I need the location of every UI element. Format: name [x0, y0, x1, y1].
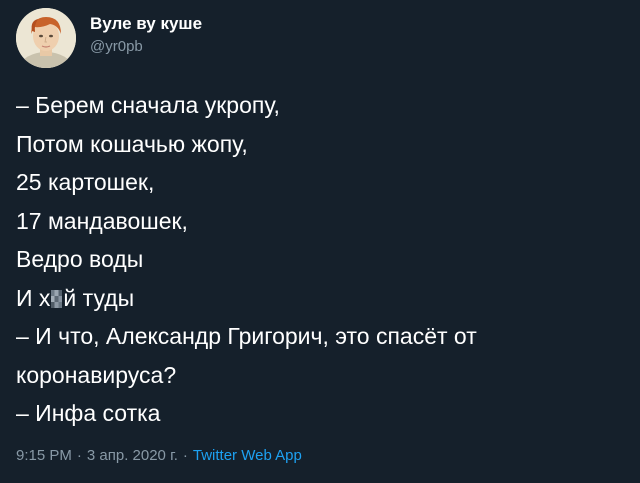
tweet-line-part: й туды: [63, 284, 135, 311]
avatar-portrait-image: [16, 8, 76, 68]
separator: ·: [182, 447, 188, 464]
tweet-text: – Берем сначала укропу, Потом кошачью жо…: [16, 86, 626, 433]
tweet-time[interactable]: 9:15 PM: [16, 447, 72, 464]
display-name[interactable]: Вуле ву куше: [90, 14, 202, 34]
tweet-line: Потом кошачью жопу,: [16, 130, 248, 157]
tweet-source-link[interactable]: Twitter Web App: [193, 447, 302, 464]
author-block: Вуле ву куше @yr0pb: [90, 14, 202, 57]
user-handle[interactable]: @yr0pb: [90, 37, 202, 57]
tweet-date[interactable]: 3 апр. 2020 г.: [87, 447, 178, 464]
tweet-line: коронавируса?: [16, 361, 177, 388]
tweet-line-censored: И х й туды: [16, 279, 626, 318]
tweet-line-part: И х: [16, 284, 51, 311]
tweet-line: 25 картошек,: [16, 169, 155, 195]
tweet-card: Вуле ву куше @yr0pb – Берем сначала укро…: [0, 0, 640, 483]
tweet-metadata: 9:15 PM · 3 апр. 2020 г. · Twitter Web App: [16, 445, 302, 467]
tweet-line: Ведро воды: [16, 246, 144, 272]
avatar[interactable]: [16, 8, 76, 68]
tweet-line: 17 мандавошек,: [16, 207, 188, 234]
tweet-line: – Берем сначала укропу,: [16, 92, 280, 118]
tweet-line: – Инфа сотка: [16, 400, 161, 426]
censored-letter-pixelation: [51, 289, 63, 309]
tweet-line: – И что, Александр Григорич, это спасёт …: [16, 323, 477, 349]
separator: ·: [76, 447, 82, 464]
